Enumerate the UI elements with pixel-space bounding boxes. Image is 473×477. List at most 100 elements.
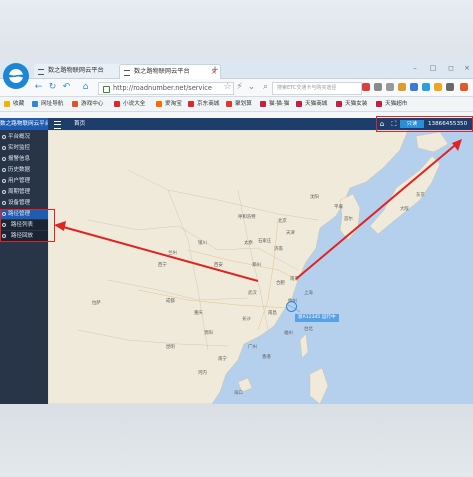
city-label: 西宁 xyxy=(158,263,167,268)
game-icon xyxy=(72,101,78,107)
bookmark-item[interactable]: 爱淘宝 xyxy=(156,97,182,111)
grid-icon[interactable] xyxy=(374,83,382,91)
menu-icon[interactable] xyxy=(446,83,454,91)
city-label: 合肥 xyxy=(276,281,285,286)
bookmark-item[interactable]: 收藏 xyxy=(4,97,24,111)
restore-icon[interactable]: ◻ xyxy=(446,63,456,73)
home-button[interactable]: 首页 xyxy=(68,118,85,130)
city-label: 武汉 xyxy=(248,291,257,296)
bookmark-item[interactable]: 天猫商城 xyxy=(296,97,327,111)
scissors-icon[interactable] xyxy=(362,83,370,91)
tmall-icon xyxy=(336,101,342,107)
browser-logo-icon xyxy=(3,63,29,89)
sidebar-item-history[interactable]: 历史数据 xyxy=(0,165,48,175)
tab-label: 数之路物联网云平台 xyxy=(48,67,104,74)
screenshot-icon[interactable] xyxy=(422,83,430,91)
url-field[interactable]: http://roadnumber.net/service xyxy=(98,82,234,95)
city-label: 河内 xyxy=(198,371,207,376)
tab-bar: 数之路物联网云平台 × 数之路物联网云平台 × + – □ ◻ × xyxy=(0,61,473,79)
lock-icon xyxy=(103,86,110,93)
tmall-icon xyxy=(376,101,382,107)
key-icon[interactable] xyxy=(398,83,406,91)
window-close-icon[interactable]: × xyxy=(462,63,472,73)
sidebar-item-devices[interactable]: 设备管理 xyxy=(0,198,48,208)
browser-screenshot: 数之路物联网云平台 × 数之路物联网云平台 × + – □ ◻ × ← ↻ ↶ … xyxy=(0,61,473,404)
bookmark-item[interactable]: 聚划算 xyxy=(226,97,252,111)
game-icon[interactable] xyxy=(434,83,442,91)
vehicle-label[interactable]: 浙A12345 运行中 xyxy=(295,314,339,322)
sidebar-item-monitor[interactable]: 实时监控 xyxy=(0,143,48,153)
bookmark-label: 收藏 xyxy=(13,101,25,107)
taobao-icon xyxy=(156,101,162,107)
city-label: 长沙 xyxy=(242,317,251,322)
translate-icon[interactable]: ⚡ xyxy=(234,82,245,93)
undo-icon[interactable]: ↶ xyxy=(61,82,72,93)
sidebar-item-alarm[interactable]: 报警信息 xyxy=(0,154,48,164)
bookmark-item[interactable]: 京东商城 xyxy=(188,97,219,111)
maximize-icon[interactable]: □ xyxy=(428,63,438,73)
bookmark-label: 游戏中心 xyxy=(81,101,104,107)
bookmark-label: 网址导航 xyxy=(41,101,64,107)
map-view[interactable]: 北京 天津 沈阳 首尔 东京 上海 杭州 武汉 成都 重庆 西安 兰州 郑州 长… xyxy=(48,130,473,404)
search-input[interactable]: 搜索ETC交通卡与购买途径 xyxy=(272,82,362,95)
book-icon xyxy=(114,101,120,107)
bookmark-label: 爱淘宝 xyxy=(165,101,182,107)
bookmark-item[interactable]: 天猫超市 xyxy=(376,97,407,111)
hokkaido xyxy=(415,131,449,153)
nav-icon xyxy=(32,101,38,107)
bookmark-item[interactable]: 游戏中心 xyxy=(72,97,103,111)
city-label: 首尔 xyxy=(344,217,353,222)
list-icon[interactable] xyxy=(386,83,394,91)
cat-icon xyxy=(260,101,266,107)
bookmark-item[interactable]: 小说大全 xyxy=(114,97,145,111)
sidebar-item-overview[interactable]: 平台概况 xyxy=(0,132,48,142)
sidebar: 平台概况 实时监控 报警信息 历史数据 用户管理 周期管理 设备管理 路径管理 … xyxy=(0,130,48,404)
city-label: 昆明 xyxy=(166,345,175,350)
bookmark-label: 天猫女装 xyxy=(345,101,368,107)
tmall-icon xyxy=(296,101,302,107)
city-label: 台北 xyxy=(304,327,313,332)
dropdown-icon[interactable]: ⌄ xyxy=(246,82,257,93)
annotation-box-header xyxy=(376,116,473,132)
page-icon xyxy=(38,69,44,75)
city-label: 沈阳 xyxy=(310,195,319,200)
city-label: 呼和浩特 xyxy=(238,215,256,220)
city-label: 北京 xyxy=(278,219,287,224)
star-icon[interactable]: ☆ xyxy=(222,82,233,93)
hamburger-icon[interactable] xyxy=(54,121,61,129)
sidebar-item-cycle[interactable]: 周期管理 xyxy=(0,187,48,197)
address-bar: ← ↻ ↶ ⌂ http://roadnumber.net/service ☆ … xyxy=(0,79,473,97)
new-tab-button[interactable]: + xyxy=(209,64,221,76)
city-label: 石家庄 xyxy=(258,239,272,244)
bookmark-item[interactable]: 天猫女装 xyxy=(336,97,367,111)
extension-icon[interactable] xyxy=(460,83,468,91)
city-label: 重庆 xyxy=(194,311,203,316)
city-label: 上海 xyxy=(304,291,313,296)
city-label: 平壤 xyxy=(334,205,343,210)
city-label: 拉萨 xyxy=(92,301,101,306)
bookmark-label: 天猫超市 xyxy=(385,101,408,107)
tab-platform-2[interactable]: 数之路物联网云平台 × xyxy=(119,64,221,79)
app-title: 数之路物联网云平台 xyxy=(0,118,48,130)
city-label: 太原 xyxy=(244,241,253,246)
bookmark-item[interactable]: 网址导航 xyxy=(32,97,63,111)
tab-platform-1[interactable]: 数之路物联网云平台 × xyxy=(34,64,130,78)
vehicle-marker[interactable] xyxy=(286,301,297,312)
taiwan xyxy=(299,333,309,359)
cloud-icon[interactable] xyxy=(410,83,418,91)
back-icon[interactable]: ← xyxy=(33,82,44,93)
land-mass xyxy=(48,130,409,404)
search-icon[interactable]: ⌕ xyxy=(260,82,271,93)
minimize-icon[interactable]: – xyxy=(410,63,420,73)
refresh-icon[interactable]: ↻ xyxy=(47,82,58,93)
annotation-box-sidebar xyxy=(0,209,55,242)
city-label: 郑州 xyxy=(252,263,261,268)
url-text: http://roadnumber.net/service xyxy=(113,84,212,92)
bookmark-item[interactable]: 猫·猫·猫 xyxy=(260,97,289,111)
city-label: 西安 xyxy=(214,263,223,268)
home-icon[interactable]: ⌂ xyxy=(80,82,91,93)
ju-icon xyxy=(226,101,232,107)
sidebar-item-users[interactable]: 用户管理 xyxy=(0,176,48,186)
bookmark-label: 小说大全 xyxy=(123,101,146,107)
bookmark-label: 天猫商城 xyxy=(305,101,328,107)
